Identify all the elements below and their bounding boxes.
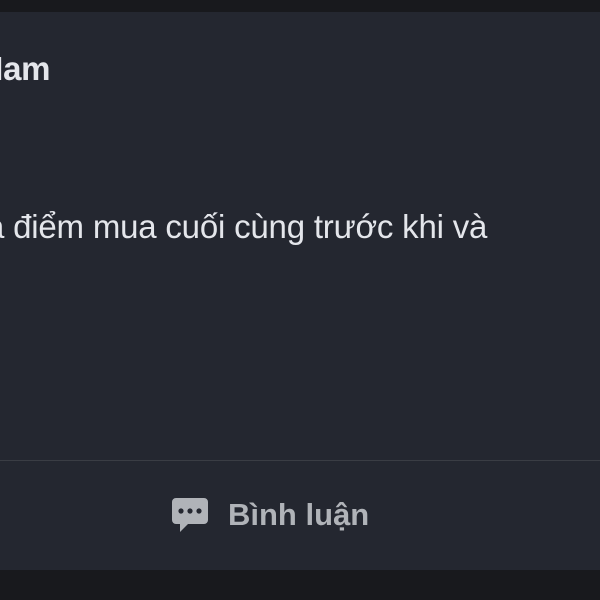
comment-button-label: Bình luận [228,497,370,532]
post-card: t Nam a điểm mua cuối cùng trước khi và … [0,12,600,570]
comment-button[interactable]: Bình luận [160,485,379,545]
post-body-text: a điểm mua cuối cùng trước khi và [0,208,488,245]
post-author-name[interactable]: t Nam [0,50,50,88]
post-action-bar: Bình luận [0,461,600,570]
comment-icon [170,495,210,535]
page: t Nam a điểm mua cuối cùng trước khi và … [0,0,600,600]
